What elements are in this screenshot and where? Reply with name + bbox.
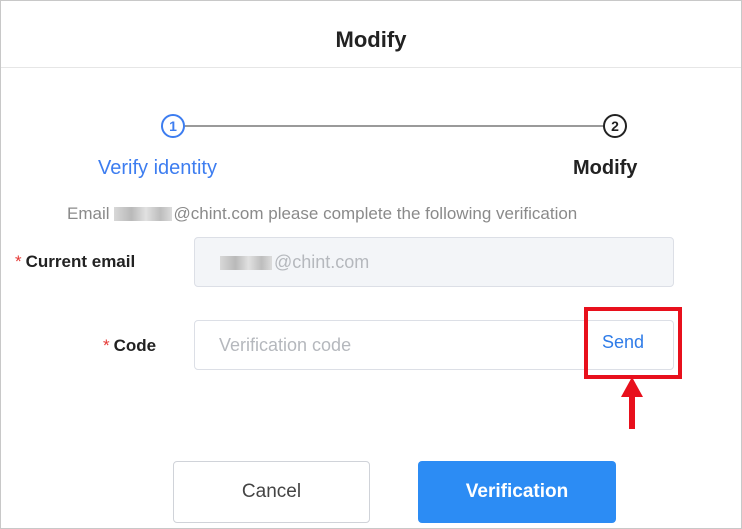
info-prefix: Email bbox=[67, 204, 110, 223]
step-1-indicator: 1 bbox=[161, 114, 185, 138]
title-divider bbox=[1, 67, 741, 68]
dialog-title: Modify bbox=[335, 27, 407, 52]
code-label: * Code bbox=[103, 336, 156, 356]
cancel-button[interactable]: Cancel bbox=[173, 461, 370, 523]
verification-button[interactable]: Verification bbox=[418, 461, 616, 523]
highlight-box bbox=[584, 307, 682, 379]
step-2-indicator: 2 bbox=[603, 114, 627, 138]
current-email-value: @chint.com bbox=[274, 252, 370, 272]
verification-info-text: Email @chint.com please complete the foll… bbox=[67, 204, 577, 224]
redacted-email-name bbox=[113, 207, 172, 221]
arrow-shaft bbox=[629, 393, 635, 429]
required-asterisk: * bbox=[103, 336, 110, 355]
verification-code-input[interactable] bbox=[219, 333, 559, 357]
redacted-email-name bbox=[220, 256, 272, 270]
step-2-label: Modify bbox=[573, 157, 638, 179]
step-1-label: Verify identity bbox=[98, 157, 217, 179]
current-email-field: @chint.com bbox=[194, 237, 674, 287]
steps-connector bbox=[185, 125, 603, 127]
current-email-label: * Current email bbox=[15, 252, 135, 272]
modify-dialog: Modify 1 2 Verify identity Modify Email @… bbox=[0, 0, 742, 529]
required-asterisk: * bbox=[15, 252, 22, 271]
code-label-text: Code bbox=[113, 336, 157, 355]
current-email-label-text: Current email bbox=[25, 252, 136, 271]
info-suffix: @chint.com please complete the following… bbox=[173, 204, 578, 223]
